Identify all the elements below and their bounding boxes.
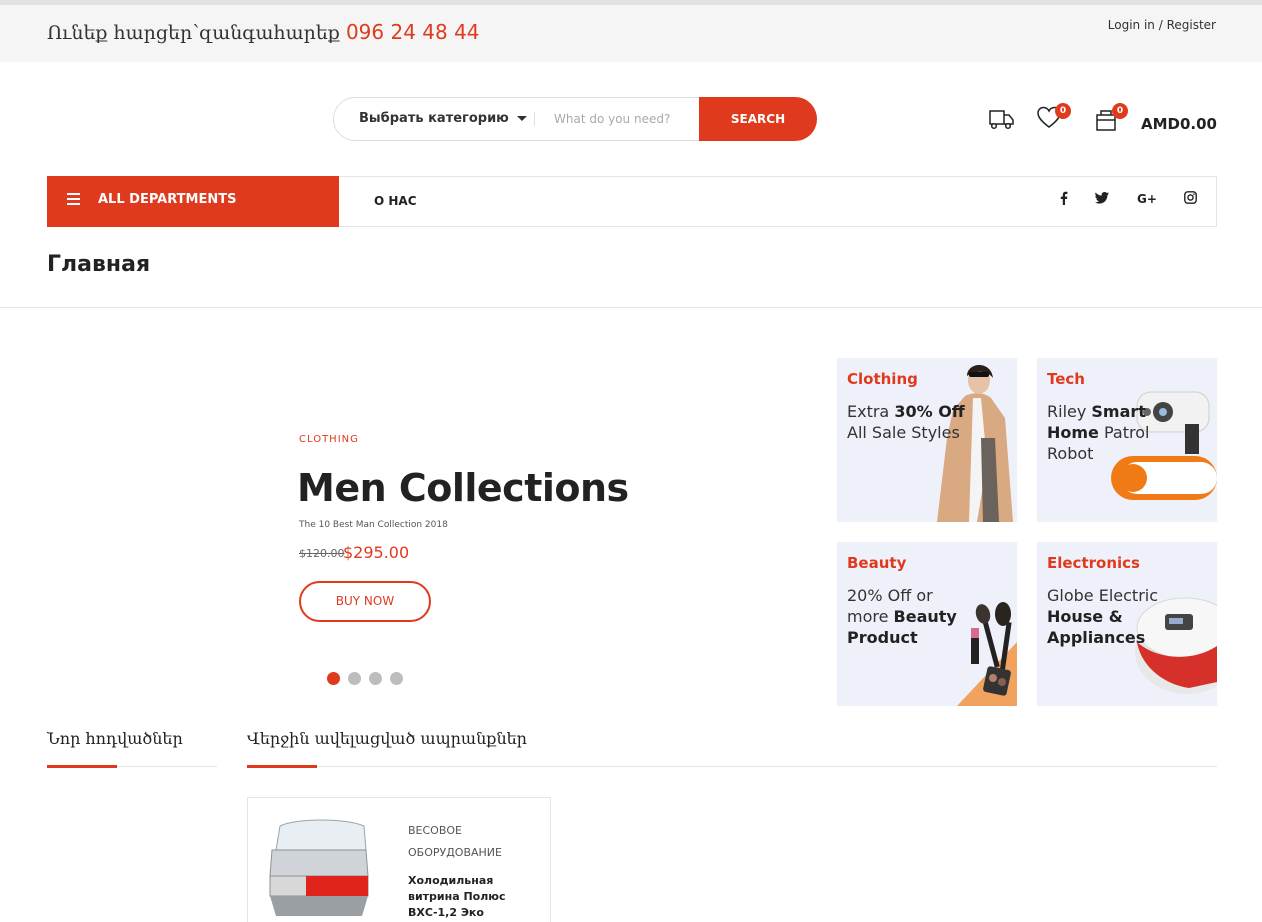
slider-dot[interactable] — [348, 672, 361, 685]
nav-link-about[interactable]: О НАС — [374, 194, 417, 208]
section-accent — [247, 765, 317, 768]
slide-new-price: $295.00 — [343, 543, 410, 562]
cart-total[interactable]: AMD0.00 — [1141, 115, 1217, 133]
product-card[interactable]: ВЕСОВОЕ ОБОРУДОВАНИЕ Холодильная витрина… — [247, 797, 551, 922]
cart-count-badge: 0 — [1112, 103, 1128, 119]
all-departments-label: ALL DEPARTMENTS — [98, 192, 237, 207]
promo-title: Tech — [1047, 370, 1085, 388]
promo-description: Globe Electric House & Appliances — [1047, 586, 1159, 647]
page-title: Главная — [47, 252, 151, 277]
chevron-down-icon — [516, 116, 527, 121]
news-section-title: Նոր հոդվածներ — [47, 729, 183, 748]
section-divider — [247, 766, 1217, 767]
display-fridge-image[interactable] — [266, 816, 370, 920]
slider-dot[interactable] — [369, 672, 382, 685]
buy-now-button[interactable]: BUY NOW — [299, 581, 431, 622]
twitter-icon[interactable] — [1092, 191, 1112, 211]
search-bar: Выбрать категорию SEARCH — [333, 97, 817, 141]
wishlist-count-badge: 0 — [1055, 103, 1071, 119]
slide-old-price: $120.00 — [299, 547, 345, 560]
login-register-link[interactable]: Login in / Register — [1108, 18, 1216, 32]
svg-text:G+: G+ — [1137, 192, 1157, 204]
slider-dot[interactable] — [327, 672, 340, 685]
promo-tech[interactable]: Tech Riley Smart Home Patrol Robot — [1037, 358, 1217, 522]
product-category[interactable]: ВЕСОВОЕ ОБОРУДОВАНИЕ — [408, 820, 528, 864]
promo-clothing[interactable]: Clothing Extra 30% Off All Sale Styles — [837, 358, 1017, 522]
slide-category: CLOTHING — [299, 434, 359, 445]
slide-subtitle: The 10 Best Man Collection 2018 — [299, 520, 448, 530]
search-divider — [534, 112, 535, 126]
instagram-icon[interactable] — [1180, 191, 1200, 211]
promo-description: Riley Smart Home Patrol Robot — [1047, 402, 1150, 463]
top-bar: Ունեք հարցեր՝զանգահարեք 096 24 48 44 Log… — [0, 0, 1262, 62]
latest-products-section-title: Վերջին ավելացված ապրանքներ — [247, 729, 527, 748]
promo-electronics[interactable]: Electronics Globe Electric House & Appli… — [1037, 542, 1217, 706]
product-name[interactable]: Холодильная витрина Полюс ВХС-1,2 Эко — [408, 873, 528, 921]
slider-dot[interactable] — [390, 672, 403, 685]
slide-title: Men Collections — [297, 466, 629, 510]
hamburger-menu-icon — [67, 193, 80, 208]
promo-description: Extra 30% Off All Sale Styles — [847, 402, 965, 442]
category-select-label: Выбрать категорию — [359, 111, 509, 126]
promo-description: 20% Off or more Beauty Product — [847, 586, 957, 647]
contact-line: Ունեք հարցեր՝զանգահարեք 096 24 48 44 — [47, 20, 480, 44]
search-input[interactable] — [554, 107, 694, 131]
all-departments-button[interactable]: ALL DEPARTMENTS — [47, 176, 339, 227]
category-select[interactable]: Выбрать категорию — [359, 111, 527, 126]
divider — [0, 307, 1262, 308]
google-plus-icon[interactable]: G+ — [1137, 191, 1157, 211]
facebook-icon[interactable] — [1054, 191, 1074, 211]
section-accent — [47, 765, 117, 768]
promo-title: Clothing — [847, 370, 918, 388]
promo-title: Beauty — [847, 554, 907, 572]
contact-question: Ունեք հարցեր՝զանգահարեք — [47, 22, 340, 44]
search-button[interactable]: SEARCH — [699, 97, 817, 141]
main-nav: ALL DEPARTMENTS О НАС G+ — [47, 176, 1217, 227]
phone-number[interactable]: 096 24 48 44 — [346, 20, 480, 44]
promo-beauty[interactable]: Beauty 20% Off or more Beauty Product — [837, 542, 1017, 706]
delivery-truck-icon[interactable] — [987, 105, 1015, 135]
